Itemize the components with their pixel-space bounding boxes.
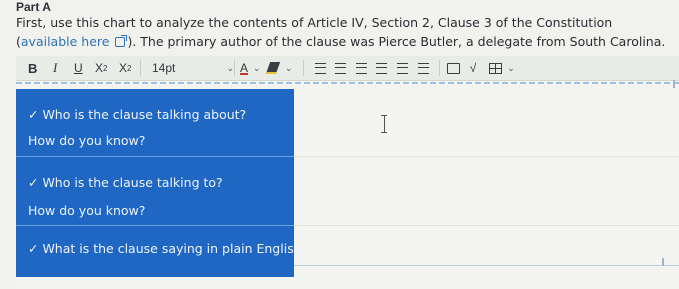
- editor-toolbar: B I U X2 X2 14pt ⌄ A ⌄ ⌄ √ ⌄: [16, 56, 679, 81]
- question-who-about: ✓ Who is the clause talking about?: [28, 107, 247, 122]
- subscript-mark: 2: [127, 63, 132, 73]
- bold-button[interactable]: B: [28, 56, 37, 80]
- font-color-button[interactable]: A ⌄: [240, 56, 261, 80]
- part-label: Part A: [16, 0, 51, 14]
- chevron-down-icon: ⌄: [253, 62, 261, 73]
- external-link-icon: [115, 35, 128, 47]
- align-right-button[interactable]: [414, 56, 432, 80]
- font-size-select[interactable]: 14pt ⌄: [148, 56, 238, 80]
- row-divider: [16, 156, 294, 157]
- toolbar-divider: [140, 60, 141, 76]
- toolbar-divider: [234, 60, 235, 76]
- row-divider: [294, 225, 679, 226]
- subscript-label: X: [119, 61, 128, 75]
- bullet-list-icon: [314, 62, 326, 74]
- indent-button[interactable]: [352, 56, 370, 80]
- text-cursor-icon: [381, 115, 387, 133]
- underline-button[interactable]: U: [74, 56, 83, 80]
- chevron-down-icon: ⌄: [285, 62, 293, 73]
- chevron-down-icon: ⌄: [226, 62, 234, 73]
- align-left-icon: [375, 62, 387, 74]
- resize-marker: [673, 80, 675, 88]
- square-root-icon: √: [469, 61, 477, 75]
- font-size-value: 14pt: [152, 61, 176, 75]
- align-center-button[interactable]: [393, 56, 411, 80]
- align-center-icon: [396, 62, 408, 74]
- insert-image-button[interactable]: [444, 56, 462, 80]
- superscript-button[interactable]: X2: [95, 56, 107, 80]
- highlight-button[interactable]: ⌄: [265, 56, 293, 80]
- font-color-icon: A: [240, 61, 249, 75]
- bullet-list-button[interactable]: [311, 56, 329, 80]
- available-here-link[interactable]: available here: [21, 34, 128, 49]
- row-divider: [294, 156, 679, 157]
- question-plain-english: ✓ What is the clause saying in plain Eng…: [28, 241, 309, 256]
- row-divider: [16, 225, 294, 226]
- question-how-know-2: How do you know?: [28, 203, 146, 218]
- instructions-after: ). The primary author of the clause was …: [127, 34, 666, 49]
- subscript-button[interactable]: X2: [119, 56, 131, 80]
- toolbar-divider: [303, 60, 304, 76]
- instructions-text: First, use this chart to analyze the con…: [16, 13, 666, 51]
- chevron-down-icon: ⌄: [507, 62, 515, 73]
- row-divider: [294, 265, 679, 266]
- editor-focus-border: [16, 82, 679, 84]
- superscript-label: X: [95, 61, 104, 75]
- italic-button[interactable]: I: [53, 56, 57, 80]
- scroll-marker: [662, 258, 664, 266]
- align-right-icon: [417, 62, 429, 74]
- indent-icon: [355, 62, 367, 74]
- question-how-know-1: How do you know?: [28, 133, 146, 148]
- numbered-list-button[interactable]: [331, 56, 349, 80]
- table-icon: [488, 62, 502, 74]
- superscript-mark: 2: [103, 63, 108, 73]
- image-icon: [446, 62, 460, 74]
- numbered-list-icon: [334, 62, 346, 74]
- question-who-to: ✓ Who is the clause talking to?: [28, 175, 223, 190]
- insert-math-button[interactable]: √: [464, 56, 482, 80]
- highlighter-icon: [265, 62, 281, 74]
- align-left-button[interactable]: [372, 56, 390, 80]
- toolbar-divider: [439, 60, 440, 76]
- table-options-button[interactable]: ⌄: [502, 56, 520, 80]
- available-here-link-label: available here: [20, 34, 110, 49]
